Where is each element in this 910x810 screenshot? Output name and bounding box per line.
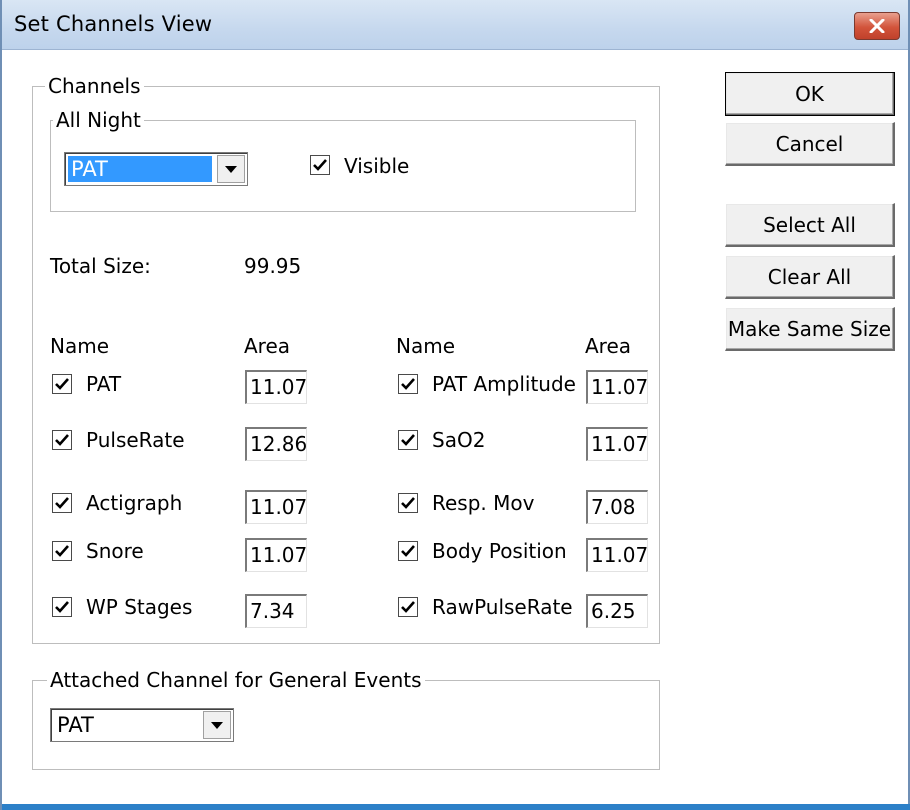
all-night-channel-value: PAT <box>68 156 212 182</box>
checkmark-icon <box>401 378 415 390</box>
channel-checkbox-snore[interactable] <box>52 541 72 561</box>
general-events-channel-value: PAT <box>57 713 94 737</box>
channel-name: PulseRate <box>86 428 185 452</box>
all-night-channel-select[interactable]: PAT <box>64 152 248 186</box>
checkmark-icon <box>55 434 69 446</box>
channel-area-input[interactable]: 11.07 <box>245 538 307 572</box>
dialog-window: Set Channels View Channels All Night PAT… <box>0 0 910 810</box>
close-icon <box>869 19 885 33</box>
channel-name: Resp. Mov <box>432 491 535 515</box>
channel-name: SaO2 <box>432 428 486 452</box>
window-title: Set Channels View <box>14 12 213 36</box>
visible-checkbox[interactable] <box>310 155 330 175</box>
channel-name: Snore <box>86 539 144 563</box>
checkmark-icon <box>401 434 415 446</box>
checkmark-icon <box>401 601 415 613</box>
checkmark-icon <box>55 378 69 390</box>
title-bar[interactable]: Set Channels View <box>2 0 908 50</box>
channel-checkbox-actigraph[interactable] <box>52 493 72 513</box>
checkmark-icon <box>55 497 69 509</box>
general-events-channel-select[interactable]: PAT <box>50 708 234 742</box>
channel-name: Actigraph <box>86 491 183 515</box>
total-size-value: 99.95 <box>244 254 302 278</box>
checkmark-icon <box>401 497 415 509</box>
cancel-button[interactable]: Cancel <box>725 122 895 166</box>
total-size-label: Total Size: <box>50 254 151 278</box>
channel-area-input[interactable]: 11.07 <box>586 538 648 572</box>
channel-area-input[interactable]: 11.07 <box>245 370 307 404</box>
right-area-header: Area <box>585 334 632 358</box>
checkmark-icon <box>313 159 327 171</box>
channels-group-label: Channels <box>45 74 144 98</box>
visible-label: Visible <box>344 154 410 178</box>
all-night-group-label: All Night <box>53 108 144 132</box>
channel-area-input[interactable]: 7.34 <box>245 594 307 628</box>
chevron-down-icon[interactable] <box>217 155 245 183</box>
general-events-group-label: Attached Channel for General Events <box>47 668 425 692</box>
channel-checkbox-pat-amplitude[interactable] <box>398 374 418 394</box>
channel-checkbox-body-position[interactable] <box>398 541 418 561</box>
channel-area-input[interactable]: 6.25 <box>586 594 648 628</box>
channel-checkbox-pat[interactable] <box>52 374 72 394</box>
channel-checkbox-sao2[interactable] <box>398 430 418 450</box>
checkmark-icon <box>55 545 69 557</box>
checkmark-icon <box>401 545 415 557</box>
right-name-header: Name <box>396 334 456 358</box>
close-button[interactable] <box>854 12 900 40</box>
channel-area-input[interactable]: 7.08 <box>586 490 648 524</box>
left-name-header: Name <box>50 334 110 358</box>
select-all-button[interactable]: Select All <box>725 203 895 247</box>
checkmark-icon <box>55 601 69 613</box>
channel-name: PAT Amplitude <box>432 372 576 396</box>
clear-all-button[interactable]: Clear All <box>725 255 895 299</box>
ok-button[interactable]: OK <box>725 72 895 116</box>
channel-checkbox-rawpulserate[interactable] <box>398 597 418 617</box>
channel-name: PAT <box>86 372 122 396</box>
make-same-size-button[interactable]: Make Same Size <box>725 307 895 351</box>
chevron-down-icon[interactable] <box>203 711 231 739</box>
left-area-header: Area <box>244 334 291 358</box>
channel-area-input[interactable]: 11.07 <box>586 427 648 461</box>
channel-name: WP Stages <box>86 595 193 619</box>
channel-area-input[interactable]: 11.07 <box>245 490 307 524</box>
channel-checkbox-resp-mov[interactable] <box>398 493 418 513</box>
channel-checkbox-wp-stages[interactable] <box>52 597 72 617</box>
window-bottom-edge <box>2 804 910 810</box>
channel-area-input[interactable]: 11.07 <box>586 370 648 404</box>
channel-name: Body Position <box>432 539 567 563</box>
channel-name: RawPulseRate <box>432 595 573 619</box>
channel-area-input[interactable]: 12.86 <box>245 427 307 461</box>
channel-checkbox-pulserate[interactable] <box>52 430 72 450</box>
